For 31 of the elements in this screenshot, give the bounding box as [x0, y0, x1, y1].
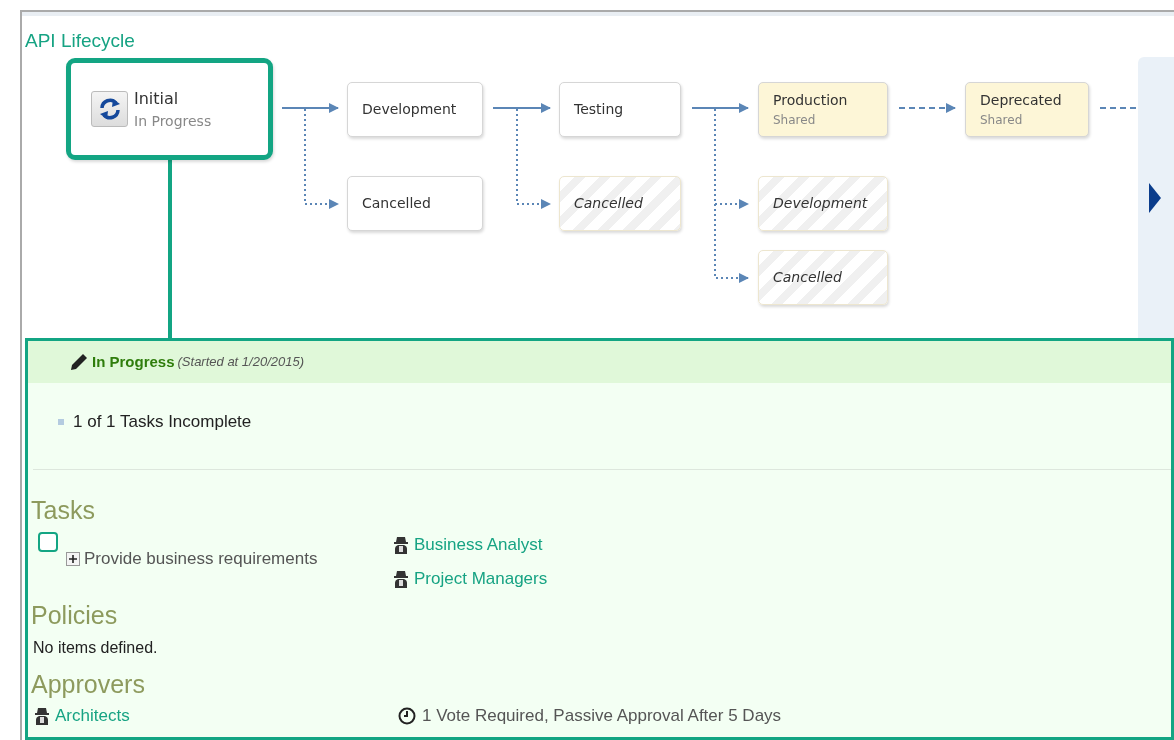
node-label: Deprecated — [980, 91, 1063, 110]
state-node[interactable]: Development — [347, 82, 483, 137]
node-label: Development — [773, 194, 869, 213]
state-node[interactable]: Production Shared — [758, 82, 888, 137]
status-label: In Progress — [92, 351, 175, 372]
node-label: Production — [773, 91, 849, 110]
section-heading: Policies — [31, 601, 119, 630]
state-node[interactable]: Testing — [559, 82, 681, 137]
empty-message: No items defined. — [33, 638, 159, 658]
node-status: Shared — [980, 112, 1024, 129]
node-label: Development — [362, 100, 458, 119]
node-label: Initial — [134, 87, 180, 110]
state-node[interactable]: Cancelled — [559, 176, 681, 231]
summary-text: 1 of 1 Tasks Incomplete — [73, 411, 252, 433]
node-label: Cancelled — [773, 268, 843, 287]
diagram-title: API Lifecycle — [25, 29, 135, 53]
node-label: Testing — [574, 100, 625, 119]
node-label: Cancelled — [362, 194, 432, 213]
node-label: Cancelled — [574, 194, 644, 213]
node-status: In Progress — [134, 111, 212, 131]
state-node[interactable]: Initial In Progress — [66, 58, 273, 160]
section-heading: Tasks — [31, 495, 96, 525]
state-node[interactable]: Cancelled — [758, 250, 888, 305]
approval-rule: 1 Vote Required, Passive Approval After 5 Days — [422, 704, 782, 727]
task-label: Provide business requirements — [84, 548, 318, 571]
state-node[interactable]: Cancelled — [347, 176, 483, 231]
state-node[interactable]: Development — [758, 176, 888, 231]
state-node[interactable]: Deprecated Shared — [965, 82, 1089, 137]
node-status: Shared — [773, 112, 817, 129]
section-heading: Approvers — [31, 670, 146, 699]
start-date: (Started at 1/20/2015) — [177, 353, 304, 372]
